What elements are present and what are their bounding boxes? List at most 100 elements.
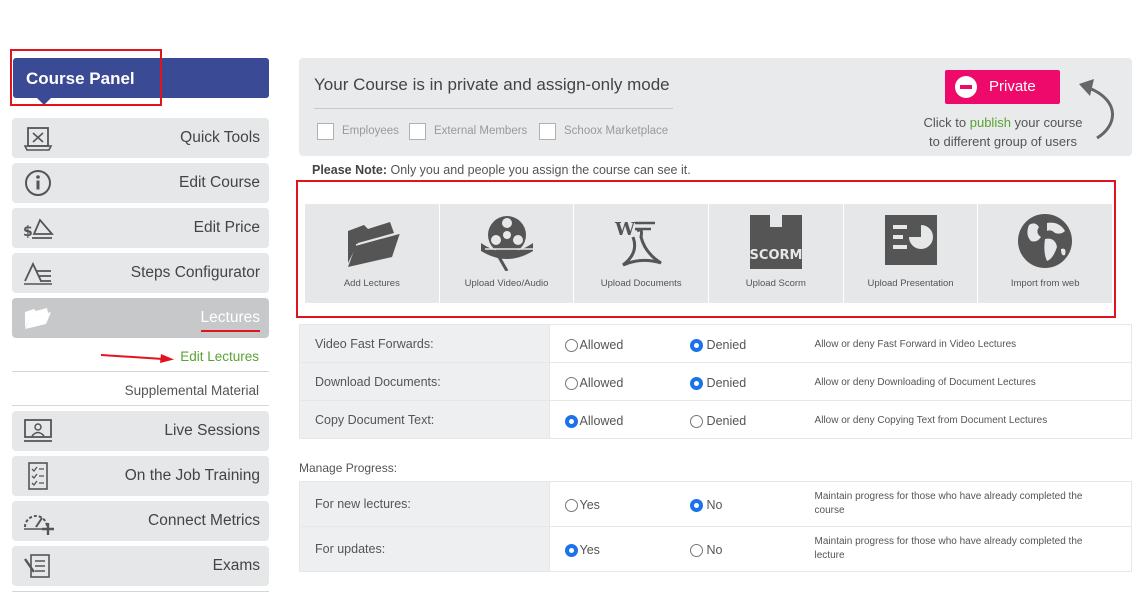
radio-label: No bbox=[706, 498, 723, 512]
setting-description: Maintain progress for those who have alr… bbox=[814, 536, 1083, 561]
add-lectures-tile[interactable]: Add Lectures bbox=[305, 204, 440, 303]
denied-radio[interactable] bbox=[689, 414, 703, 428]
lectures-label-text: Lectures bbox=[200, 309, 260, 326]
documents-icon: W bbox=[614, 219, 662, 267]
publish-link[interactable]: publish bbox=[970, 115, 1011, 130]
annotation-underline bbox=[200, 330, 260, 332]
tile-label: Upload Presentation bbox=[867, 278, 954, 289]
folder-icon bbox=[347, 222, 401, 267]
audience-schoox-marketplace[interactable]: Schoox Marketplace bbox=[539, 122, 668, 140]
info-icon bbox=[25, 170, 51, 196]
visibility-mode-title: Your Course is in private and assign-onl… bbox=[314, 75, 670, 94]
yes-radio-option[interactable]: Yes bbox=[564, 543, 600, 557]
sidebar-item-edit-price[interactable]: $ Edit Price bbox=[12, 208, 269, 248]
manage-progress-table: For new lectures: Yes No Maintain progre… bbox=[299, 481, 1133, 572]
upload-scorm-tile[interactable]: SCORM Upload Scorm bbox=[709, 204, 844, 303]
checklist-icon bbox=[28, 462, 48, 490]
upload-video-audio-tile[interactable]: Upload Video/Audio bbox=[440, 204, 575, 303]
upload-presentation-tile[interactable]: Upload Presentation bbox=[844, 204, 979, 303]
no-radio-option[interactable]: No bbox=[689, 498, 723, 512]
no-radio[interactable] bbox=[689, 543, 703, 557]
sidebar-item-label: Exams bbox=[212, 557, 260, 574]
gauge-icon bbox=[24, 515, 54, 535]
setting-options: Yes No Maintain progress for those who h… bbox=[548, 526, 1133, 572]
film-reel-icon bbox=[480, 216, 533, 271]
sidebar-item-quick-tools[interactable]: Quick Tools bbox=[12, 118, 269, 158]
tile-label: Import from web bbox=[1010, 278, 1080, 289]
denied-radio-option[interactable]: Denied bbox=[689, 414, 746, 428]
private-button-label: Private bbox=[989, 78, 1036, 95]
schoox-marketplace-checkbox[interactable] bbox=[539, 122, 556, 140]
allowed-radio[interactable] bbox=[564, 338, 578, 352]
denied-radio-option[interactable]: Denied bbox=[689, 376, 746, 390]
no-entry-icon bbox=[955, 76, 977, 98]
quick-tools-icon bbox=[23, 127, 53, 151]
allowed-radio-option[interactable]: Allowed bbox=[564, 376, 624, 390]
audience-employees[interactable]: Employees bbox=[317, 122, 399, 140]
setting-options: Yes No Maintain progress for those who h… bbox=[548, 481, 1133, 527]
setting-description: Allow or deny Copying Text from Document… bbox=[814, 415, 1048, 426]
curved-arrow-icon bbox=[1079, 79, 1114, 140]
table-row: Download Documents: Allowed Denied Allow… bbox=[299, 362, 1133, 401]
audience-external-members[interactable]: External Members bbox=[409, 122, 527, 140]
radio-label: Yes bbox=[579, 543, 600, 557]
checkbox-label: External Members bbox=[434, 125, 528, 137]
course-visibility-card: Your Course is in private and assign-onl… bbox=[299, 58, 1132, 156]
yes-radio[interactable] bbox=[564, 498, 578, 512]
svg-text:W: W bbox=[614, 219, 636, 240]
annotation-arrow bbox=[101, 354, 174, 363]
divider bbox=[314, 108, 673, 109]
sidebar-item-label: Steps Configurator bbox=[130, 264, 260, 281]
publish-note-line2: to different group of users bbox=[929, 134, 1077, 149]
yes-radio[interactable] bbox=[564, 543, 578, 557]
tile-label: Add Lectures bbox=[343, 278, 400, 289]
svg-text:SCORM: SCORM bbox=[749, 248, 802, 263]
scorm-box-icon: SCORM bbox=[749, 215, 802, 269]
sidebar-item-label: Quick Tools bbox=[180, 129, 260, 146]
import-from-web-tile[interactable]: Import from web bbox=[978, 204, 1112, 303]
steps-icon bbox=[24, 261, 52, 285]
sidebar-item-label: Lectures bbox=[200, 309, 260, 332]
sidebar-item-live-sessions[interactable]: Live Sessions bbox=[12, 411, 269, 451]
radio-label: Allowed bbox=[579, 376, 624, 390]
radio-label: Yes bbox=[579, 498, 600, 512]
sidebar-item-label: Edit Course bbox=[179, 174, 260, 191]
table-row: For new lectures: Yes No Maintain progre… bbox=[299, 481, 1133, 527]
denied-radio[interactable] bbox=[689, 338, 703, 352]
sidebar-subitem-supplemental-material[interactable]: Supplemental Material bbox=[125, 383, 259, 398]
employees-checkbox[interactable] bbox=[317, 122, 334, 140]
no-radio[interactable] bbox=[689, 498, 703, 512]
allowed-radio[interactable] bbox=[564, 376, 578, 390]
sidebar-item-connect-metrics[interactable]: Connect Metrics bbox=[12, 501, 269, 541]
no-radio-option[interactable]: No bbox=[689, 543, 723, 557]
please-note: Please Note: Only you and people you ass… bbox=[312, 163, 691, 177]
live-session-icon bbox=[24, 419, 52, 442]
manage-progress-heading: Manage Progress: bbox=[299, 461, 398, 475]
tile-label: Upload Scorm bbox=[745, 278, 806, 289]
sidebar-item-exams[interactable]: Exams bbox=[12, 546, 269, 586]
upload-documents-tile[interactable]: W Upload Documents bbox=[574, 204, 710, 303]
checkbox-label: Employees bbox=[342, 125, 399, 137]
private-button[interactable]: Private bbox=[945, 70, 1060, 104]
exam-icon bbox=[24, 554, 50, 578]
sidebar-subitem-edit-lectures[interactable]: Edit Lectures bbox=[180, 349, 259, 364]
sidebar-item-lectures[interactable]: Lectures bbox=[12, 298, 269, 338]
allowed-radio-option[interactable]: Allowed bbox=[564, 338, 623, 352]
checkbox-label: Schoox Marketplace bbox=[564, 125, 669, 137]
allowed-radio[interactable] bbox=[564, 414, 578, 428]
setting-label: For new lectures: bbox=[299, 481, 550, 527]
sidebar-item-steps-configurator[interactable]: Steps Configurator bbox=[12, 253, 269, 293]
sidebar-item-edit-course[interactable]: Edit Course bbox=[12, 163, 269, 203]
allowed-radio-option[interactable]: Allowed bbox=[564, 414, 623, 428]
setting-description: Maintain progress for those who have alr… bbox=[814, 491, 1083, 516]
external-members-checkbox[interactable] bbox=[409, 122, 426, 140]
yes-radio-option[interactable]: Yes bbox=[564, 498, 600, 512]
sidebar-item-on-the-job-training[interactable]: On the Job Training bbox=[12, 456, 269, 496]
price-icon: $ bbox=[23, 218, 54, 240]
denied-radio[interactable] bbox=[689, 376, 703, 390]
denied-radio-option[interactable]: Denied bbox=[689, 338, 746, 352]
globe-icon bbox=[1018, 214, 1073, 268]
tile-label: Upload Video/Audio bbox=[464, 278, 549, 289]
sidebar-item-label: Edit Price bbox=[193, 219, 260, 236]
publish-note-suffix: your course bbox=[1010, 115, 1083, 130]
